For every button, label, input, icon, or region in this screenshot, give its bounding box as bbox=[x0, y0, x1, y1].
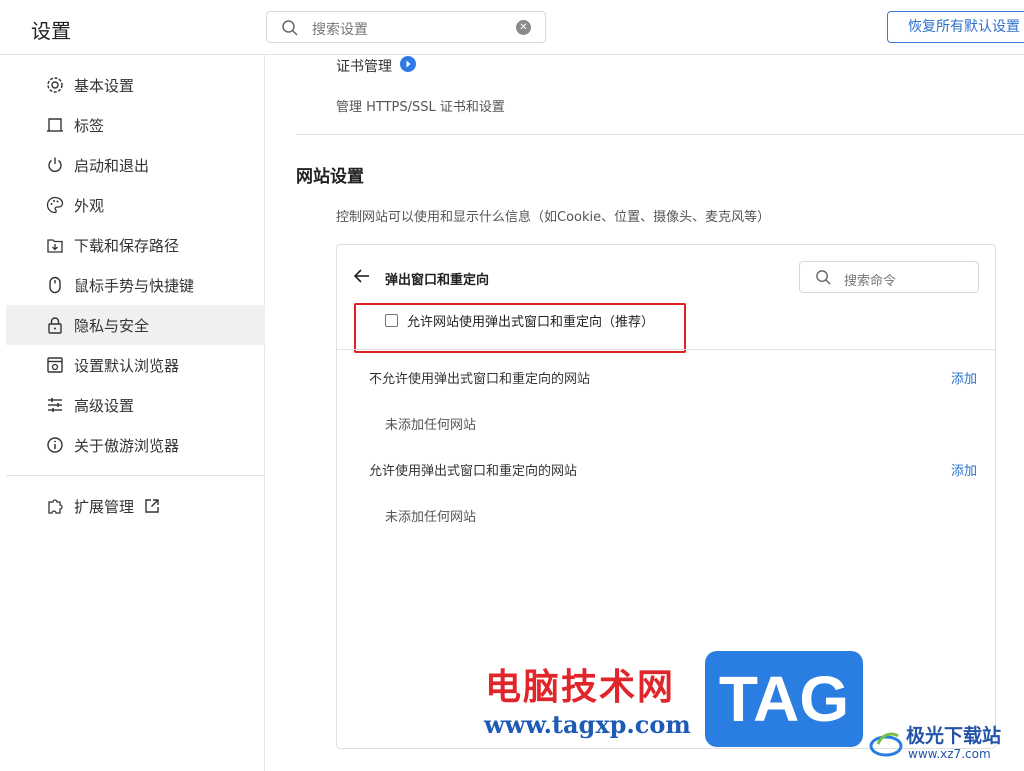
section-description: 控制网站可以使用和显示什么信息（如Cookie、位置、摄像头、麦克风等） bbox=[336, 210, 771, 225]
watermark-site-domain: www.xz7.com bbox=[908, 747, 991, 761]
top-bar: 设置 搜索设置 ✕ 恢复所有默认设置 bbox=[0, 0, 1024, 55]
sidebar-item-default-browser[interactable]: 设置默认浏览器 bbox=[6, 345, 265, 385]
sidebar-item-appearance[interactable]: 外观 bbox=[6, 185, 265, 225]
play-arrow-icon[interactable] bbox=[400, 56, 416, 72]
search-placeholder: 搜索设置 bbox=[312, 22, 368, 38]
sidebar-item-label: 鼠标手势与快捷键 bbox=[74, 276, 195, 295]
add-allowed-site-button[interactable]: 添加 bbox=[951, 460, 977, 479]
search-icon bbox=[282, 20, 298, 36]
command-search-placeholder: 搜索命令 bbox=[844, 274, 897, 289]
section-title: 网站设置 bbox=[296, 167, 364, 187]
lock-icon bbox=[46, 316, 64, 334]
highlight-annotation bbox=[354, 303, 686, 353]
allowed-sites-title: 允许使用弹出式窗口和重定向的网站 bbox=[369, 464, 578, 479]
sidebar-item-label: 关于傲游浏览器 bbox=[74, 436, 180, 455]
settings-search-input[interactable]: 搜索设置 ✕ bbox=[266, 11, 546, 43]
sidebar-item-about[interactable]: 关于傲游浏览器 bbox=[6, 425, 265, 465]
cert-management-desc: 管理 HTTPS/SSL 证书和设置 bbox=[336, 100, 505, 115]
sidebar-divider bbox=[6, 475, 265, 476]
page-title: 设置 bbox=[31, 19, 71, 43]
sidebar-item-mouse-shortcuts[interactable]: 鼠标手势与快捷键 bbox=[6, 265, 265, 305]
panel-divider bbox=[337, 349, 995, 350]
sidebar-item-downloads[interactable]: 下载和保存路径 bbox=[6, 225, 265, 265]
sidebar-item-label: 扩展管理 bbox=[74, 497, 135, 516]
mouse-icon bbox=[46, 276, 64, 294]
tab-icon bbox=[46, 116, 64, 134]
clear-icon[interactable]: ✕ bbox=[516, 20, 531, 35]
palette-icon bbox=[46, 196, 64, 214]
blocked-sites-title: 不允许使用弹出式窗口和重定向的网站 bbox=[369, 372, 591, 387]
sidebar-item-label: 下载和保存路径 bbox=[74, 236, 180, 255]
restore-defaults-button[interactable]: 恢复所有默认设置 bbox=[887, 11, 1024, 43]
browser-icon bbox=[46, 356, 64, 374]
cert-management-title[interactable]: 证书管理 bbox=[336, 56, 392, 76]
power-icon bbox=[46, 156, 64, 174]
search-icon bbox=[816, 270, 831, 285]
gear-icon bbox=[46, 76, 64, 94]
blocked-sites-empty: 未添加任何网站 bbox=[385, 418, 477, 433]
external-link-icon bbox=[144, 498, 160, 514]
watermark-site-logo: 极光下载站 www.xz7.com bbox=[866, 718, 1024, 768]
sidebar-item-tabs[interactable]: 标签 bbox=[6, 105, 265, 145]
download-icon bbox=[46, 236, 64, 254]
sidebar-item-advanced[interactable]: 高级设置 bbox=[6, 385, 265, 425]
sidebar-item-label: 设置默认浏览器 bbox=[74, 356, 180, 375]
allowed-sites-empty: 未添加任何网站 bbox=[385, 510, 477, 525]
panel-title: 弹出窗口和重定向 bbox=[385, 273, 490, 288]
sidebar-item-label: 基本设置 bbox=[74, 76, 135, 95]
puzzle-icon bbox=[46, 497, 64, 515]
sidebar-item-label: 高级设置 bbox=[74, 396, 135, 415]
watermark-tag-logo: TAG bbox=[705, 651, 863, 747]
aurora-logo-icon bbox=[869, 732, 903, 757]
sidebar-item-label: 标签 bbox=[74, 116, 105, 135]
watermark-site-name: 极光下载站 bbox=[906, 725, 1002, 747]
sidebar-item-label: 隐私与安全 bbox=[74, 316, 150, 335]
sidebar: 基本设置 标签 启动和退出 外观 下载和保存路径 鼠标手势与快捷键 隐私与安全 … bbox=[6, 55, 265, 771]
back-arrow-icon[interactable] bbox=[353, 267, 371, 285]
add-blocked-site-button[interactable]: 添加 bbox=[951, 368, 977, 387]
info-icon bbox=[46, 436, 64, 454]
sidebar-item-privacy-security[interactable]: 隐私与安全 bbox=[6, 305, 265, 345]
command-search-input[interactable]: 搜索命令 bbox=[799, 261, 979, 293]
watermark-text: 电脑技术网 bbox=[485, 667, 676, 708]
sidebar-item-label: 启动和退出 bbox=[74, 156, 150, 175]
section-divider bbox=[296, 134, 1024, 135]
sidebar-item-basic[interactable]: 基本设置 bbox=[6, 65, 265, 105]
sidebar-item-extensions[interactable]: 扩展管理 bbox=[6, 486, 265, 526]
watermark-url: www.tagxp.com bbox=[484, 710, 691, 739]
sliders-icon bbox=[46, 396, 64, 414]
sidebar-item-startup[interactable]: 启动和退出 bbox=[6, 145, 265, 185]
sidebar-item-label: 外观 bbox=[74, 196, 105, 215]
